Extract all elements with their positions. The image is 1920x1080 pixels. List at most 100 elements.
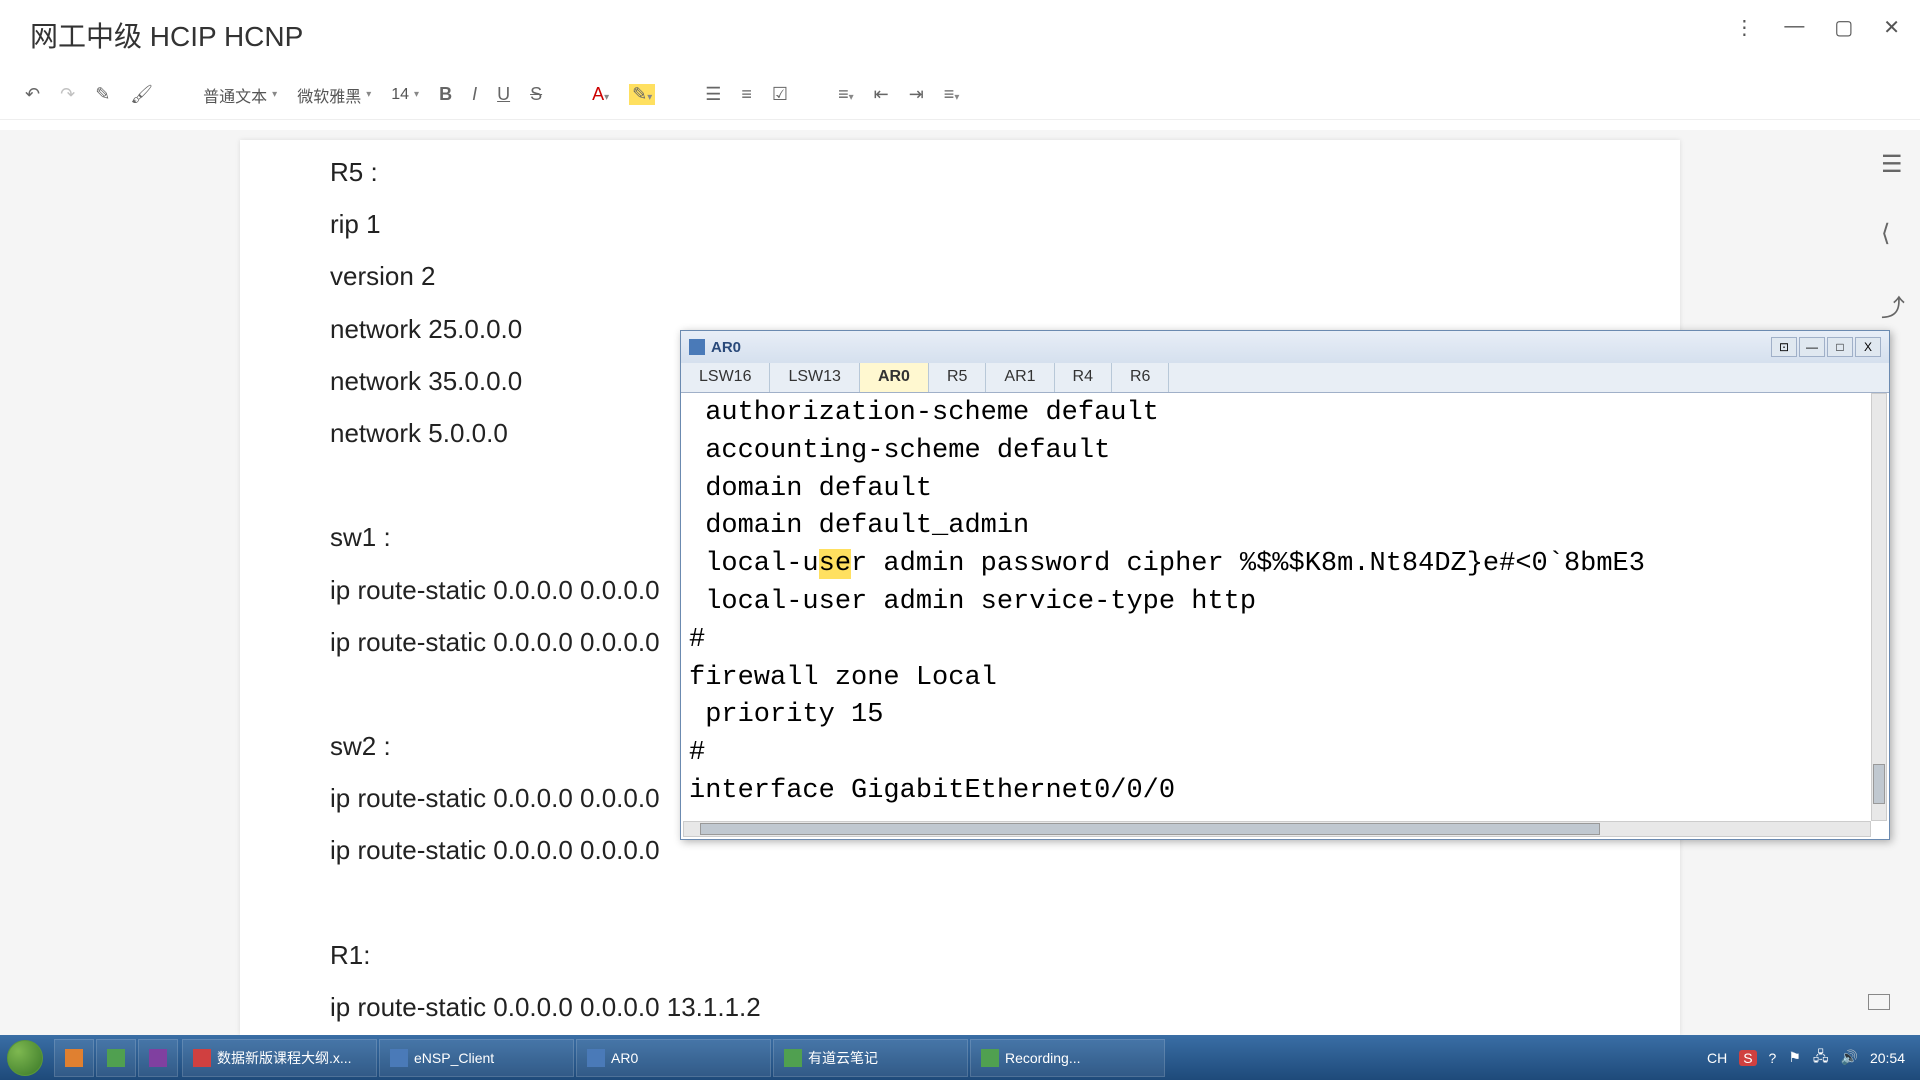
bullet-list-button[interactable]: ☰ (705, 84, 721, 105)
indent-left-button[interactable]: ⇤ (874, 84, 889, 105)
terminal-vscroll-thumb[interactable] (1873, 764, 1885, 804)
app-icon (784, 1049, 802, 1067)
tray-help-icon[interactable]: ? (1769, 1050, 1777, 1066)
main-titlebar: 网工中级 HCIP HCNP ⋮ — ▢ ✕ (0, 0, 1920, 70)
taskbar-app-onenote[interactable] (138, 1039, 178, 1077)
terminal-body[interactable]: authorization-scheme default accounting-… (683, 393, 1871, 821)
font-color-button[interactable]: A▾ (592, 84, 609, 105)
more-icon[interactable]: ⋮ (1734, 15, 1754, 40)
terminal-tab-ar0[interactable]: AR0 (860, 363, 929, 392)
terminal-line: local-user admin service-type http (689, 584, 1865, 622)
taskbar-running: 数据新版课程大纲.x... eNSP_Client AR0 有道云笔记 Recordin… (182, 1039, 1165, 1077)
undo-button[interactable]: ↶ (25, 84, 40, 105)
terminal-line: local-user admin password cipher %$%$K8m… (689, 546, 1865, 584)
terminal-titlebar[interactable]: AR0 ⊡ — □ X (681, 331, 1889, 363)
minimize-button[interactable]: — (1784, 15, 1804, 40)
taskbar-app[interactable]: AR0 (576, 1039, 771, 1077)
maximize-button[interactable]: ▢ (1834, 15, 1853, 40)
taskbar-app[interactable]: eNSP_Client (379, 1039, 574, 1077)
terminal-line: domain default (689, 471, 1865, 509)
doc-line[interactable]: R5 : (330, 150, 1590, 194)
right-panel: ☰ ⟨ ⤴ (1881, 150, 1905, 323)
taskbar-app[interactable]: 有道云笔记 (773, 1039, 968, 1077)
tray-clock[interactable]: 20:54 (1870, 1050, 1905, 1066)
tray-flag-icon[interactable]: ⚑ (1788, 1049, 1801, 1066)
text-cursor-highlight: se (819, 549, 851, 579)
export-icon[interactable]: ⤴ (1881, 288, 1905, 323)
terminal-option-button[interactable]: ⊡ (1771, 337, 1797, 357)
brush-icon[interactable]: ✎ (95, 84, 110, 105)
taskbar-app[interactable]: 数据新版课程大纲.x... (182, 1039, 377, 1077)
font-select[interactable]: 微软雅黑▾ (297, 83, 371, 107)
taskbar-app-label: eNSP_Client (414, 1050, 494, 1066)
terminal-tabs: LSW16LSW13AR0R5AR1R4R6 (681, 363, 1889, 393)
terminal-line: # (689, 735, 1865, 773)
terminal-maximize-button[interactable]: □ (1827, 337, 1853, 357)
editor-toolbar: ↶ ↷ ✎ 🖌 普通文本▾ 微软雅黑▾ 14▾ B I U S A▾ ✎▾ ☰ … (0, 70, 1920, 120)
italic-button[interactable]: I (472, 84, 477, 105)
format-painter-icon[interactable]: 🖌 (130, 84, 153, 105)
terminal-line: accounting-scheme default (689, 433, 1865, 471)
terminal-window: AR0 ⊡ — □ X LSW16LSW13AR0R5AR1R4R6 autho… (680, 330, 1890, 840)
terminal-line: priority 15 (689, 697, 1865, 735)
style-select[interactable]: 普通文本▾ (203, 83, 277, 107)
terminal-title: AR0 (711, 339, 741, 356)
window-controls: ⋮ — ▢ ✕ (1734, 15, 1900, 40)
app-icon (390, 1049, 408, 1067)
tray-network-icon[interactable]: 🖧 (1813, 1046, 1829, 1070)
taskbar-app-label: 数据新版课程大纲.x... (217, 1048, 352, 1068)
align-button[interactable]: ≡▾ (838, 84, 854, 105)
taskbar-app-explorer[interactable] (54, 1039, 94, 1077)
doc-line[interactable]: ip route-static 0.0.0.0 0.0.0.0 13.1.1.2 (330, 985, 1590, 1029)
terminal-hscrollbar[interactable] (683, 821, 1871, 837)
terminal-tab-lsw16[interactable]: LSW16 (681, 363, 770, 392)
bold-button[interactable]: B (439, 84, 452, 105)
doc-line[interactable]: R1: (330, 933, 1590, 977)
terminal-line: firewall zone Local (689, 660, 1865, 698)
view-mode-button[interactable] (1868, 994, 1890, 1010)
checkbox-button[interactable]: ☑ (772, 84, 788, 105)
terminal-icon (689, 339, 705, 355)
doc-line[interactable] (330, 881, 1590, 925)
app-icon (981, 1049, 999, 1067)
redo-button[interactable]: ↷ (60, 84, 75, 105)
app-icon (193, 1049, 211, 1067)
doc-line[interactable]: rip 1 (330, 202, 1590, 246)
taskbar: 数据新版课程大纲.x... eNSP_Client AR0 有道云笔记 Recordin… (0, 1035, 1920, 1080)
close-button[interactable]: ✕ (1883, 15, 1900, 40)
taskbar-app-label: AR0 (611, 1050, 638, 1066)
indent-right-button[interactable]: ⇥ (909, 84, 924, 105)
highlight-button[interactable]: ✎▾ (629, 84, 655, 105)
share-icon[interactable]: ⟨ (1881, 219, 1905, 248)
underline-button[interactable]: U (497, 84, 510, 105)
taskbar-pinned (54, 1039, 178, 1077)
number-list-button[interactable]: ≡ (741, 84, 752, 105)
doc-line[interactable]: version 2 (330, 254, 1590, 298)
app-icon (587, 1049, 605, 1067)
tray-s-icon[interactable]: S (1739, 1050, 1756, 1066)
terminal-tab-lsw13[interactable]: LSW13 (770, 363, 859, 392)
terminal-line: interface GigabitEthernet0/0/0 (689, 773, 1865, 811)
system-tray: CH S ? ⚑ 🖧 🔊 20:54 (1707, 1046, 1920, 1070)
terminal-line: domain default_admin (689, 508, 1865, 546)
terminal-vscrollbar[interactable] (1871, 393, 1887, 821)
terminal-tab-r5[interactable]: R5 (929, 363, 986, 392)
strike-button[interactable]: S (530, 84, 542, 105)
terminal-tab-r6[interactable]: R6 (1112, 363, 1169, 392)
terminal-minimize-button[interactable]: — (1799, 337, 1825, 357)
taskbar-app-browser[interactable] (96, 1039, 136, 1077)
terminal-tab-r4[interactable]: R4 (1055, 363, 1112, 392)
outline-icon[interactable]: ☰ (1881, 150, 1905, 179)
start-button[interactable] (0, 1035, 50, 1080)
size-select[interactable]: 14▾ (391, 86, 419, 104)
terminal-tab-ar1[interactable]: AR1 (986, 363, 1054, 392)
taskbar-app[interactable]: Recording... (970, 1039, 1165, 1077)
taskbar-app-label: Recording... (1005, 1050, 1080, 1066)
taskbar-app-label: 有道云笔记 (808, 1048, 878, 1068)
terminal-close-button[interactable]: X (1855, 337, 1881, 357)
line-height-button[interactable]: ≡▾ (944, 84, 960, 105)
tray-ime-icon[interactable]: CH (1707, 1050, 1727, 1066)
window-title: 网工中级 HCIP HCNP (30, 15, 303, 55)
tray-volume-icon[interactable]: 🔊 (1841, 1049, 1858, 1066)
terminal-hscroll-thumb[interactable] (700, 823, 1600, 835)
